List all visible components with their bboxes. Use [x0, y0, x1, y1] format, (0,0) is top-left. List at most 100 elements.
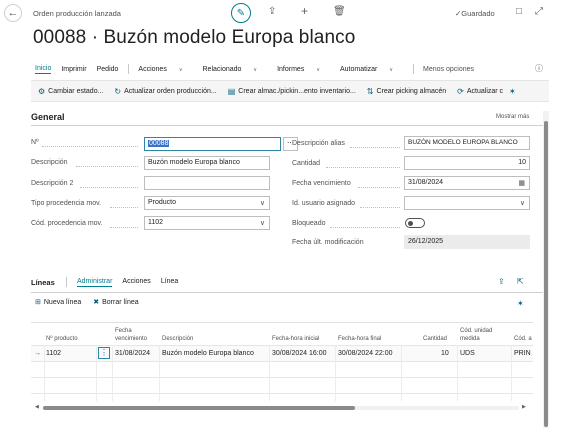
quantity-field[interactable]: 10 [404, 156, 530, 170]
menu-pedido[interactable]: Pedido [97, 66, 119, 73]
plus-icon: + [301, 4, 309, 18]
trash-icon: 🗑 [333, 6, 346, 17]
description-2-field[interactable] [144, 176, 270, 190]
blocked-toggle[interactable] [405, 218, 425, 228]
col-header-uom[interactable]: Cód. unidad medida [460, 327, 500, 343]
chevron-down-icon: ∨ [253, 66, 258, 73]
edit-button[interactable]: ✎ [231, 3, 251, 23]
menu-informes[interactable]: Informes ∨ [277, 66, 330, 73]
scroll-left-icon[interactable]: ◀ [35, 404, 39, 410]
col-divider [457, 345, 458, 401]
info-button[interactable]: ⓘ [535, 63, 543, 74]
col-header-quantity[interactable]: Cantidad [423, 335, 447, 343]
label-leader [80, 187, 138, 188]
row-menu-button[interactable]: ⋮ [98, 347, 110, 359]
label-leader [326, 167, 400, 168]
document-icon: ▤ [227, 86, 236, 96]
new-button[interactable]: + [301, 4, 308, 18]
chevron-down-icon: ∨ [178, 66, 183, 73]
share-icon: ⇪ [268, 6, 277, 17]
menu-inicio[interactable]: Inicio [35, 65, 52, 74]
scroll-thumb[interactable] [544, 121, 548, 427]
col-divider [112, 345, 113, 401]
menu-relacionado[interactable]: Relacionado ∨ [203, 66, 268, 73]
description-field[interactable]: Buzón modelo Europa blanco [144, 156, 270, 170]
open-new-window-button[interactable]: □ [516, 6, 522, 17]
calendar-icon[interactable]: ▦ [518, 179, 525, 187]
col-header-start[interactable]: Fecha-hora inicial [272, 335, 319, 343]
personalize-icon[interactable]: ✶ [509, 87, 516, 96]
menu-fewer-options[interactable]: Menos opciones [423, 66, 474, 73]
col-header-end[interactable]: Fecha-hora final [338, 335, 381, 343]
lines-action-bar: ⊞ Nueva línea ✖ Borrar línea [35, 298, 139, 306]
scroll-thumb[interactable] [43, 406, 355, 410]
info-icon: ⓘ [535, 64, 543, 73]
assigned-user-select[interactable]: ∨ [404, 196, 530, 210]
expand-button[interactable]: ⤢ [535, 6, 543, 17]
change-status-button[interactable]: ⚙ Cambiar estado... [38, 87, 103, 96]
source-type-select[interactable]: Producto ∨ [144, 196, 270, 210]
pencil-icon: ✎ [236, 7, 246, 19]
field-label-no: Nº [31, 139, 39, 146]
section-general-title: General [31, 112, 65, 122]
lines-divider [31, 292, 549, 293]
chevron-down-icon: ∨ [389, 66, 394, 73]
lines-separator [66, 277, 67, 287]
update-icon: ⟳ [457, 86, 464, 96]
open-window-icon: □ [516, 6, 523, 17]
delete-line-button[interactable]: ✖ Borrar línea [93, 298, 138, 306]
no-field[interactable]: 00088 [144, 137, 281, 151]
col-header-item-no[interactable]: Nº producto [46, 335, 78, 343]
share-button[interactable]: ⇪ [268, 6, 276, 17]
field-label-description: Descripción [31, 159, 68, 166]
col-divider [44, 345, 45, 401]
lines-title: Líneas [31, 278, 55, 287]
change-status-icon: ⚙ [38, 86, 46, 96]
field-label-source-type: Tipo procedencia mov. [31, 200, 102, 207]
show-more-link[interactable]: Mostrar más [496, 114, 529, 120]
action-menu: Inicio Imprimir Pedido Acciones ∨ Relacio… [35, 64, 484, 74]
tab-acciones[interactable]: Acciones [122, 278, 150, 287]
breadcrumb: Orden producción lanzada [33, 9, 121, 18]
back-button[interactable]: ← [4, 4, 22, 22]
col-header-location[interactable]: Cód. a [514, 335, 532, 343]
field-label-source-no: Cód. procedencia mov. [31, 220, 103, 227]
label-leader [110, 207, 138, 208]
col-header-description[interactable]: Descripción [162, 335, 193, 343]
col-divider [159, 345, 160, 401]
page-vertical-scrollbar[interactable] [543, 111, 549, 428]
update-cost-button[interactable]: ⟳ Actualizar c [457, 87, 503, 96]
menu-imprimir[interactable]: Imprimir [61, 66, 86, 73]
lines-horizontal-scrollbar[interactable]: ◀ ▶ [35, 404, 528, 410]
menu-automatizar[interactable]: Automatizar ∨ [340, 66, 403, 73]
col-header-due-date[interactable]: Fecha vencimiento [115, 327, 153, 343]
row-arrow-icon: → [34, 350, 41, 357]
create-inventory-put-away-button[interactable]: ▤ Crear almac./pickin...ento inventario..… [228, 87, 356, 96]
delete-line-icon: ✖ [93, 299, 100, 306]
expand-icon: ⇱ [517, 277, 524, 286]
lines-grid: Nº producto Fecha vencimiento Descripció… [31, 322, 533, 408]
source-no-select[interactable]: 1102 ∨ [144, 216, 270, 230]
refresh-order-button[interactable]: ↻ Actualizar orden producción... [114, 87, 216, 96]
tab-administrar[interactable]: Administrar [77, 278, 113, 287]
label-leader [360, 207, 400, 208]
lines-expand-button[interactable]: ⇱ [517, 277, 524, 286]
lines-personalize-button[interactable]: ✶ [517, 299, 524, 308]
search-description-field[interactable]: BUZÓN MODELO EUROPA BLANCO [404, 136, 530, 150]
section-divider [31, 125, 549, 126]
field-label-blocked: Bloqueado [292, 220, 326, 227]
chevron-down-icon: ∨ [316, 66, 320, 73]
create-warehouse-pick-button[interactable]: ⇅ Crear picking almacén [367, 87, 446, 96]
menu-acciones[interactable]: Acciones ∨ [138, 66, 192, 73]
label-leader [110, 227, 138, 228]
scroll-right-icon[interactable]: ▶ [522, 404, 526, 410]
col-divider [96, 345, 97, 401]
menu-separator [128, 64, 130, 74]
tab-linea[interactable]: Línea [161, 278, 179, 287]
lines-share-button[interactable]: ⇪ [498, 277, 505, 286]
share-icon: ⇪ [498, 277, 505, 286]
new-line-button[interactable]: ⊞ Nueva línea [35, 298, 81, 306]
due-date-field[interactable]: 31/08/2024 ▦ [404, 176, 530, 190]
delete-button[interactable]: 🗑 [333, 6, 346, 17]
label-leader [76, 166, 138, 167]
